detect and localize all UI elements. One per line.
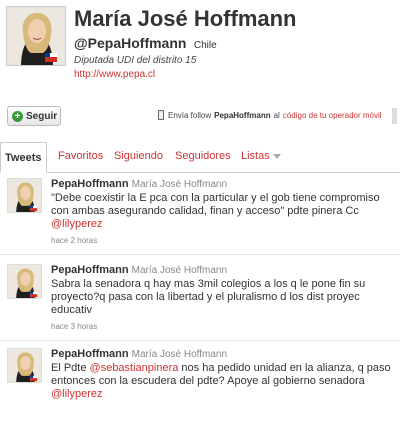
tweet-text-part: El Pdte	[51, 362, 90, 374]
profile-tabs: Tweets Favoritos Siguiendo Seguidores Li…	[0, 140, 400, 173]
tweet-avatar[interactable]	[7, 264, 42, 299]
tab-listas[interactable]: Listas	[241, 150, 281, 162]
profile-header: María José Hoffmann @PepaHoffmann Chile …	[0, 0, 400, 95]
follow-label: Seguir	[26, 110, 58, 122]
sms-prefix: Envía follow	[168, 110, 212, 120]
tweet-text-part: "Debe coexistir la E pca con la particul…	[51, 192, 380, 217]
tab-favoritos[interactable]: Favoritos	[58, 150, 103, 162]
tweet-username[interactable]: PepaHoffmann	[51, 348, 129, 360]
tweet-fullname: María José Hoffmann	[131, 265, 228, 276]
tab-tweets[interactable]: Tweets	[0, 142, 48, 173]
tab-siguiendo[interactable]: Siguiendo	[114, 150, 163, 162]
tweet-item: PepaHoffmann María José Hoffmann "Debe co…	[0, 178, 400, 248]
mention-link[interactable]: @lilyperez	[51, 218, 103, 230]
tweet-avatar[interactable]	[7, 178, 42, 213]
tweet-timestamp[interactable]: hace 2 horas	[51, 236, 97, 245]
follow-button[interactable]: + Seguir	[7, 106, 61, 126]
tweet-fullname: María José Hoffmann	[131, 349, 228, 360]
plus-icon: +	[12, 110, 23, 122]
tab-listas-label: Listas	[241, 150, 270, 162]
sms-mid: al	[273, 110, 280, 120]
tweet-avatar[interactable]	[7, 348, 42, 383]
tweet-username[interactable]: PepaHoffmann	[51, 264, 129, 276]
tab-seguidores[interactable]: Seguidores	[175, 150, 231, 162]
tweet-item: PepaHoffmann María José Hoffmann Sabra la…	[0, 264, 400, 334]
tweet-timestamp[interactable]: hace 3 horas	[51, 322, 97, 331]
profile-url-link[interactable]: http://www.pepa.cl	[74, 69, 155, 80]
phone-icon	[158, 110, 164, 120]
tweet-author: PepaHoffmann María José Hoffmann	[51, 348, 227, 360]
divider	[0, 254, 400, 255]
mention-link[interactable]: @sebastianpinera	[90, 362, 179, 374]
profile-bio: Diputada UDI del distrito 15	[74, 55, 197, 66]
sms-follow-note: Envía follow PepaHoffmann al código de t…	[158, 110, 382, 120]
profile-location: Chile	[193, 40, 217, 51]
sms-carrier-link[interactable]: código de tu operador móvil	[283, 111, 382, 120]
profile-handle: @PepaHoffmann	[74, 35, 187, 51]
profile-avatar[interactable]	[6, 6, 66, 66]
divider	[0, 340, 400, 341]
tweet-text: Sabra la senadora q hay mas 3mil colegio…	[51, 278, 366, 316]
tweet-text: "Debe coexistir la E pca con la particul…	[51, 192, 396, 231]
handle-line: @PepaHoffmann Chile	[74, 35, 217, 53]
mention-link[interactable]: @lilyperez	[51, 388, 103, 400]
profile-name: María José Hoffmann	[74, 6, 297, 31]
tweet-author: PepaHoffmann María José Hoffmann	[51, 264, 227, 276]
tweet-author: PepaHoffmann María José Hoffmann	[51, 178, 227, 190]
action-bar: + Seguir Envía follow PepaHoffmann al có…	[0, 104, 400, 128]
tweet-fullname: María José Hoffmann	[131, 179, 228, 190]
tweet-text: El Pdte @sebastianpinera nos ha pedido u…	[51, 362, 396, 401]
tweet-username[interactable]: PepaHoffmann	[51, 178, 129, 190]
chevron-down-icon	[272, 153, 281, 159]
tweet-item: PepaHoffmann María José Hoffmann El Pdte …	[0, 348, 400, 432]
sms-user: PepaHoffmann	[214, 110, 271, 120]
more-actions-icon[interactable]	[392, 108, 397, 124]
